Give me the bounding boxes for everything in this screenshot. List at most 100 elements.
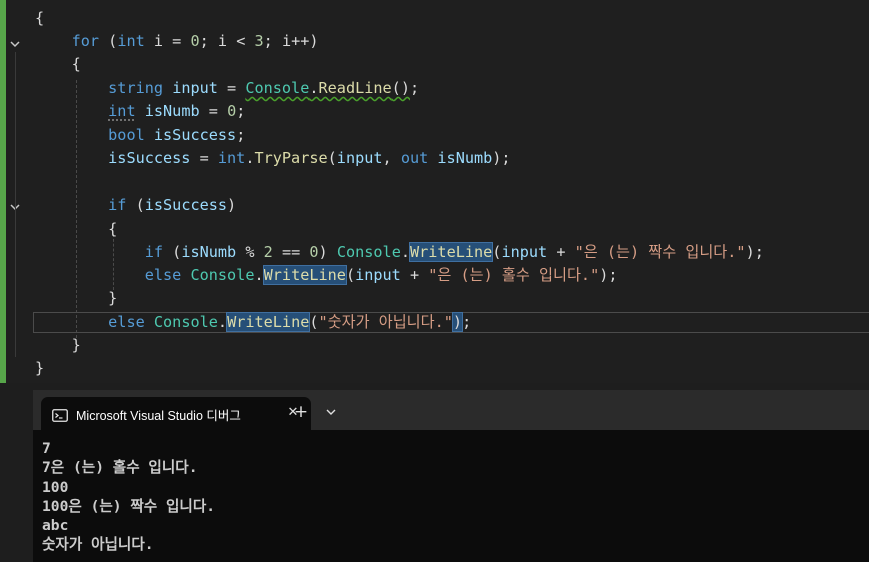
tab-title: Microsoft Visual Studio 디버그 xyxy=(76,409,241,423)
code-editor[interactable]: { for (int i = 0; i < 3; i++) { string i… xyxy=(0,0,869,383)
code-token: ReadLine xyxy=(318,79,392,97)
new-tab-button[interactable]: + xyxy=(291,402,311,422)
code-token: ); xyxy=(599,266,618,284)
code-token: ; i++) xyxy=(263,32,319,50)
code-line[interactable]: } xyxy=(35,334,81,357)
code-token: ( xyxy=(99,32,118,50)
code-token: input xyxy=(172,79,218,97)
code-token: { xyxy=(35,55,81,73)
code-token: + xyxy=(547,243,575,261)
code-line[interactable]: } xyxy=(35,287,117,310)
code-token: + xyxy=(400,266,429,284)
code-token: isSuccess xyxy=(144,196,228,214)
code-token: . xyxy=(309,79,319,97)
code-token: i = xyxy=(144,32,191,50)
code-token: . xyxy=(217,313,228,331)
code-line[interactable]: else Console.WriteLine("숫자가 아닙니다."); xyxy=(35,311,471,334)
code-line[interactable]: { xyxy=(35,7,44,30)
code-token: Console xyxy=(153,313,218,331)
code-line[interactable]: { xyxy=(35,218,117,241)
code-token: int xyxy=(117,32,145,50)
code-token: TryParse xyxy=(254,149,328,167)
code-token: ) xyxy=(227,196,237,214)
code-token: out xyxy=(400,149,429,167)
code-token: string xyxy=(108,79,164,97)
code-line[interactable]: string input = Console.ReadLine(); xyxy=(35,77,419,100)
console-output-line: 100은 (는) 짝수 입니다. xyxy=(42,497,216,515)
code-line[interactable]: int isNumb = 0; xyxy=(35,100,245,123)
code-token: if xyxy=(144,243,164,261)
code-token: isNumb xyxy=(437,149,493,167)
code-token: "은 (는) 짝수 입니다." xyxy=(574,243,746,261)
code-token: "은 (는) 홀수 입니다." xyxy=(428,266,600,284)
terminal-icon xyxy=(52,407,68,422)
console-output-line: abc xyxy=(42,517,69,535)
code-token: WriteLine xyxy=(408,242,494,262)
code-token: input xyxy=(501,243,548,261)
code-token: WriteLine xyxy=(262,265,347,285)
code-token: ( xyxy=(309,313,319,331)
code-token: 0 xyxy=(227,102,237,120)
code-token: Console xyxy=(245,79,310,97)
code-token: ( xyxy=(126,196,145,214)
console-output-line: 숫자가 아닙니다. xyxy=(42,536,154,554)
code-token: ) xyxy=(451,312,464,332)
tab-strip: Microsoft Visual Studio 디버그 ✕ + xyxy=(33,390,869,430)
code-line[interactable]: { xyxy=(35,53,81,76)
code-line[interactable]: isSuccess = int.TryParse(input, out isNu… xyxy=(35,147,510,170)
fold-region-line xyxy=(15,215,16,313)
code-token: 2 xyxy=(263,243,273,261)
code-token: ; xyxy=(236,102,246,120)
code-token: int xyxy=(108,102,136,120)
code-token: isNumb xyxy=(181,243,237,261)
code-token: isSuccess xyxy=(108,149,191,167)
code-line[interactable]: else Console.WriteLine(input + "은 (는) 홀수… xyxy=(35,264,618,287)
code-token: = xyxy=(190,149,218,167)
code-token: ( xyxy=(345,266,356,284)
code-token: ( xyxy=(163,243,182,261)
chevron-down-icon[interactable] xyxy=(321,402,341,422)
code-token: WriteLine xyxy=(226,312,311,332)
code-line[interactable]: if (isSuccess) xyxy=(35,194,236,217)
code-line[interactable]: bool isSuccess; xyxy=(35,124,245,147)
code-token: 0 xyxy=(190,32,200,50)
code-token: Console xyxy=(336,243,401,261)
code-token: else xyxy=(108,313,145,331)
console-output: 7 7은 (는) 홀수 입니다. 100 100은 (는) 짝수 입니다. abc 숫자가… xyxy=(42,439,215,555)
code-token: 0 xyxy=(309,243,319,261)
code-token: Console xyxy=(190,266,255,284)
code-token: input xyxy=(355,266,401,284)
code-token: , xyxy=(382,149,401,167)
code-token: int xyxy=(217,149,246,167)
code-line[interactable]: for (int i = 0; i < 3; i++) xyxy=(35,30,319,53)
code-token: ; i < xyxy=(199,32,255,50)
code-token: "숫자가 아닙니다." xyxy=(318,313,453,331)
code-token: = xyxy=(217,79,246,97)
console-output-line: 100 xyxy=(42,478,69,496)
code-token: isNumb xyxy=(144,102,200,120)
code-line[interactable]: if (isNumb % 2 == 0) Console.WriteLine(i… xyxy=(35,241,764,264)
code-line[interactable]: } xyxy=(35,357,44,380)
console-tab[interactable]: Microsoft Visual Studio 디버그 ✕ xyxy=(41,397,311,430)
fold-chevron-icon[interactable] xyxy=(8,37,22,51)
code-token: == xyxy=(272,243,310,261)
code-token: else xyxy=(144,266,182,284)
debug-console-window[interactable]: Microsoft Visual Studio 디버그 ✕ + 7 7은 (는) … xyxy=(33,390,869,562)
code-token: input xyxy=(336,149,383,167)
code-token: % xyxy=(236,243,264,261)
code-token: if xyxy=(108,196,127,214)
code-token: . xyxy=(254,266,264,284)
code-token: ) xyxy=(318,243,337,261)
code-token: 3 xyxy=(254,32,264,50)
